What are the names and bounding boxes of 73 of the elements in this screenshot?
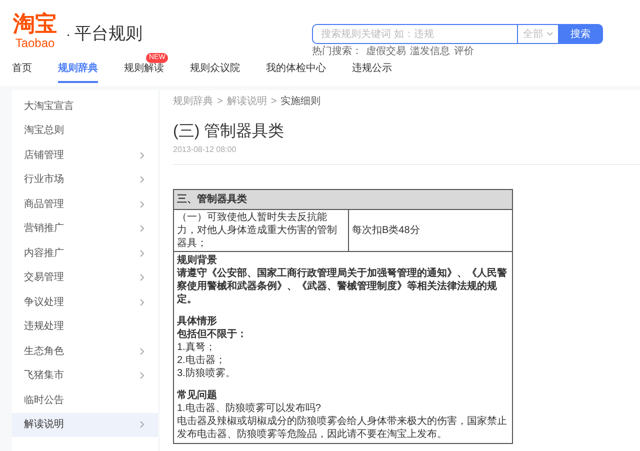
search-button[interactable]: 搜索 [558, 24, 603, 44]
chevron-right-icon [140, 176, 144, 184]
paragraph-text: 2.电击器； [177, 354, 226, 367]
sidebar-item[interactable]: 店铺管理 [12, 143, 158, 168]
chevron-right-icon [140, 225, 144, 232]
nav-tab[interactable]: 规则众议院 [190, 62, 240, 83]
table-heading: 三、管制器具类 [174, 190, 512, 210]
sidebar-item[interactable]: 交易管理 [12, 266, 158, 290]
paragraph-text: 电击器及辣椒或胡椒成分的防狼喷雾会给人身体带来极大的伤害，国家禁止发布电击器、防狼喷雾等危险品，因此请不要在淘宝上发布。 [177, 415, 508, 441]
logo-wordmark: Taobao [15, 36, 55, 50]
paragraph-text: 1.电击器、防狼喷雾可以发布吗? [177, 402, 322, 415]
sidebar-item-label: 大淘宝宣言 [24, 100, 74, 114]
breadcrumb-separator: > [217, 96, 223, 108]
hot-search-label: 热门搜索： [312, 46, 362, 58]
chevron-right-icon [140, 348, 144, 355]
hot-search-link[interactable]: 评价 [454, 46, 474, 58]
sidebar-item-label: 飞猪集市 [24, 368, 64, 384]
publish-date: 2013-08-12 08:00 [173, 144, 238, 156]
nav-tab[interactable]: 违规公示 [352, 62, 392, 83]
sidebar-item[interactable]: 解读说明 [12, 412, 158, 437]
logo-mark: 淘宝 [13, 12, 57, 36]
sidebar-item[interactable]: 淘宝总则 [12, 118, 158, 143]
sidebar-item-label: 行业市场 [24, 172, 64, 188]
chevron-right-icon [140, 372, 144, 380]
sidebar-item[interactable]: 争议处理 [12, 290, 158, 314]
sidebar-item-label: 交易管理 [24, 270, 64, 286]
hot-search-link[interactable]: 虚假交易 [366, 46, 406, 58]
sidebar-item[interactable]: 违规处理 [12, 314, 158, 339]
sidebar-item-label: 争议处理 [24, 296, 64, 310]
site-title: 平台规则 [74, 24, 143, 44]
sidebar-item-label: 生态角色 [24, 344, 64, 359]
sidebar-item-label: 违规处理 [24, 320, 64, 334]
sidebar-item-label: 解读说明 [24, 418, 64, 432]
search-field[interactable]: 搜索规则关键词 如：违规 [312, 24, 518, 44]
chevron-right-icon [140, 152, 144, 159]
table-cell: （一）可致使他人暂时失去反抗能力，对他人身体造成重大伤害的管制器具； [174, 210, 349, 251]
paragraph-text: 1.真弩； [177, 341, 216, 354]
caret-icon [547, 32, 553, 36]
sidebar-item[interactable]: 商品管理 [12, 192, 158, 216]
paragraph-text: 请遵守《公安部、国家工商行政管理局关于加强弩管理的通知》、《人民警察使用警械和武器条例》、《武器、警械管理制度》等相关法律法规的规定。 [177, 267, 508, 306]
breadcrumb-link[interactable]: 实施细则 [280, 96, 321, 108]
article-title: (三) 管制器具类 [173, 122, 286, 142]
nav-tab[interactable]: 我的体检中心 [266, 62, 326, 83]
sidebar-item[interactable]: 临时公告 [12, 388, 158, 412]
paragraph-text: 包括但不限于： [177, 328, 248, 341]
chevron-right-icon [140, 250, 144, 257]
hot-search-link[interactable]: 滥发信息 [410, 46, 450, 58]
table-cell-text: 每次扣B类48分 [351, 224, 421, 238]
sidebar-item-label: 临时公告 [24, 394, 64, 408]
section-heading: 具体情形 [177, 315, 218, 328]
section-heading: 常见问题 [177, 389, 218, 402]
section-heading: 规则背景 [177, 254, 218, 267]
sidebar-item[interactable]: 飞猪集市 [12, 364, 158, 388]
breadcrumb-separator: > [270, 96, 277, 108]
nav-tab[interactable]: 首页 [12, 62, 32, 83]
sidebar-item[interactable]: 大淘宝宣言 [12, 94, 158, 118]
sidebar-item-label: 淘宝总则 [24, 124, 64, 138]
sidebar-item[interactable]: 行业市场 [12, 168, 158, 192]
chevron-right-icon [140, 200, 144, 208]
sidebar-item-label: 店铺管理 [24, 148, 64, 163]
nav-tab[interactable]: 规则辞典 [58, 62, 98, 83]
sidebar-item[interactable]: 内容推广 [12, 241, 158, 266]
sidebar-item-label: 内容推广 [24, 246, 64, 261]
sidebar-item-label: 商品管理 [24, 198, 64, 212]
chevron-right-icon [140, 421, 144, 428]
separator-dot: · [66, 26, 71, 42]
chevron-right-icon [140, 298, 144, 306]
sidebar-item-label: 营销推广 [24, 222, 64, 236]
nav-tab[interactable]: 规则解读 [124, 62, 164, 83]
chevron-right-icon [140, 274, 144, 282]
paragraph-text: 3.防狼喷雾。 [177, 367, 236, 380]
sidebar-item[interactable]: 生态角色 [12, 339, 158, 364]
sidebar-item[interactable]: 营销推广 [12, 216, 158, 241]
